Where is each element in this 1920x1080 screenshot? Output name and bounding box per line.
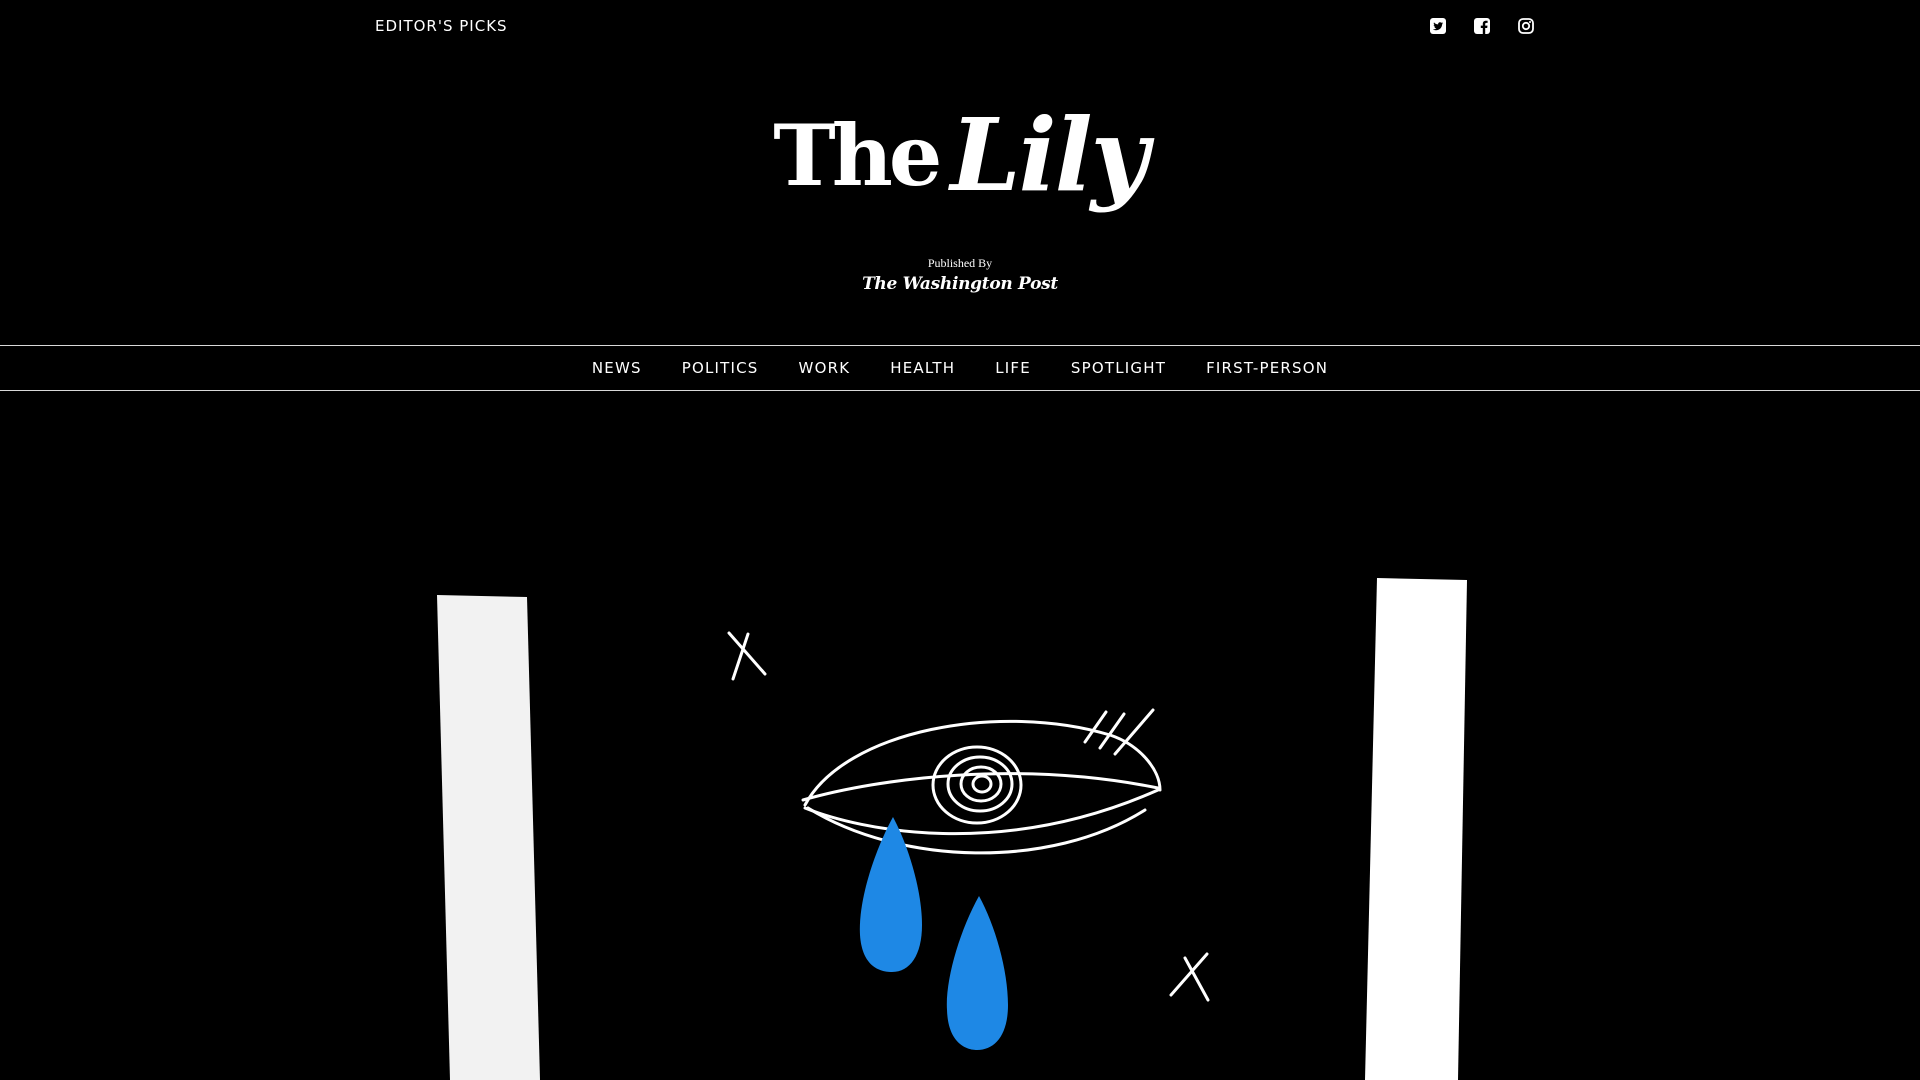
eye-iris (931, 745, 1023, 825)
tear-drop-left (859, 817, 922, 972)
right-white-bar (1365, 578, 1467, 1080)
logo-lily-text: Lily (950, 96, 1148, 214)
nav-item-spotlight[interactable]: SPOTLIGHT (1051, 359, 1186, 377)
nav-item-first-person[interactable]: FIRST-PERSON (1186, 359, 1348, 377)
nav-item-politics[interactable]: POLITICS (662, 359, 779, 377)
nav-item-work[interactable]: WORK (779, 359, 871, 377)
crying-eye-illustration (437, 578, 1467, 1080)
the-lily-logo[interactable]: The Lily (773, 95, 1148, 215)
x-mark-bottom-right (1169, 952, 1210, 1002)
top-bar: EDITOR'S PICKS (0, 0, 1920, 56)
left-white-bar (437, 595, 540, 1080)
main-nav: NEWS POLITICS WORK HEALTH LIFE SPOTLIGHT… (0, 345, 1920, 391)
hero-image[interactable] (0, 390, 1920, 1080)
published-by-label: Published By (927, 256, 993, 270)
nav-item-news[interactable]: NEWS (572, 359, 662, 377)
instagram-icon (1518, 18, 1534, 34)
washington-post-logo[interactable]: The Washington Post (0, 274, 1920, 294)
twitter-link[interactable] (1429, 17, 1447, 35)
nav-item-life[interactable]: LIFE (975, 359, 1051, 377)
x-mark-top-left (727, 631, 767, 681)
facebook-link[interactable] (1473, 17, 1491, 35)
facebook-icon (1474, 18, 1490, 34)
instagram-link[interactable] (1517, 17, 1535, 35)
nav-item-health[interactable]: HEALTH (870, 359, 975, 377)
logo-the-text: The (773, 105, 942, 205)
tear-drop-right (946, 896, 1008, 1050)
page: EDITOR'S PICKS The Lily Published By The… (0, 0, 1920, 1080)
editors-picks-link[interactable]: EDITOR'S PICKS (375, 17, 508, 35)
twitter-icon (1430, 18, 1446, 34)
